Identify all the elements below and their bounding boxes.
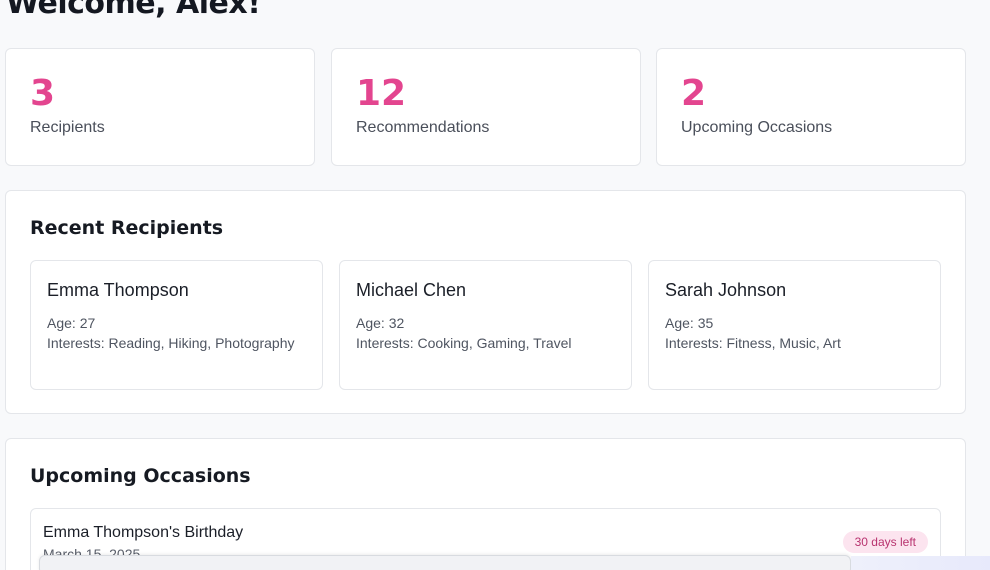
recipient-card[interactable]: Michael Chen Age: 32 Interests: Cooking,…: [339, 260, 632, 390]
stat-label: Upcoming Occasions: [681, 119, 833, 136]
stat-label: Recommendations: [356, 119, 490, 136]
recipient-age: Age: 27: [47, 315, 96, 331]
occasion-name: Emma Thompson's Birthday: [43, 524, 244, 541]
stat-card-upcoming-occasions[interactable]: 2 Upcoming Occasions: [656, 48, 966, 166]
recipient-card[interactable]: Emma Thompson Age: 27 Interests: Reading…: [30, 260, 323, 390]
recipient-name: Michael Chen: [356, 280, 467, 300]
section-title: Upcoming Occasions: [30, 465, 251, 487]
recipient-name: Emma Thompson: [47, 280, 189, 300]
bottom-overlay-edge: [851, 556, 990, 570]
stat-value: 2: [681, 73, 707, 114]
stat-label: Recipients: [30, 119, 105, 136]
days-left-badge: 30 days left: [842, 531, 928, 553]
recipient-interests: Interests: Fitness, Music, Art: [665, 335, 841, 351]
recipient-interests: Interests: Reading, Hiking, Photography: [47, 335, 295, 351]
recipient-age: Age: 32: [356, 315, 405, 331]
recent-recipients-section: Recent Recipients Emma Thompson Age: 27 …: [5, 190, 966, 414]
stat-value: 3: [30, 73, 56, 114]
recipient-name: Sarah Johnson: [665, 280, 787, 300]
recipient-card[interactable]: Sarah Johnson Age: 35 Interests: Fitness…: [648, 260, 941, 390]
stat-card-recipients[interactable]: 3 Recipients: [5, 48, 315, 166]
dashboard-page: Welcome, Alex! 3 Recipients 12 Recommend…: [0, 0, 990, 570]
recipient-age: Age: 35: [665, 315, 714, 331]
stat-card-recommendations[interactable]: 12 Recommendations: [331, 48, 641, 166]
section-title: Recent Recipients: [30, 217, 224, 239]
recipient-interests: Interests: Cooking, Gaming, Travel: [356, 335, 572, 351]
bottom-overlay-bar: [39, 555, 851, 570]
upcoming-occasions-section: Upcoming Occasions Emma Thompson's Birth…: [5, 438, 966, 570]
welcome-heading: Welcome, Alex!: [6, 0, 261, 21]
stat-value: 12: [356, 73, 407, 114]
